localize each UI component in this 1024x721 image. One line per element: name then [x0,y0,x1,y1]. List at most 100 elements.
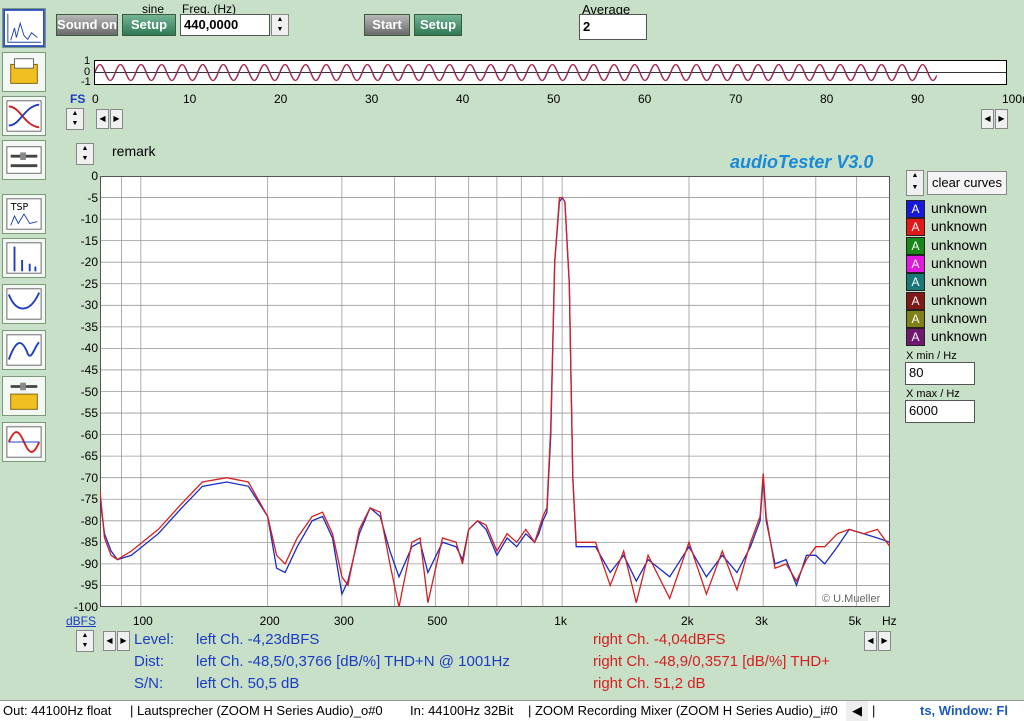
results-scroll-left[interactable]: ◀ [103,631,116,651]
scope-x-tick: 60 [638,92,652,106]
legend-swatch[interactable]: A [906,254,925,273]
x-tick-label: 1k [554,614,567,628]
legend-swatch[interactable]: A [906,236,925,255]
legend-swatch[interactable]: A [906,291,925,310]
response-curve-icon [6,288,42,320]
y-tick-label: -80 [80,513,98,528]
legend-swatch[interactable]: A [906,200,925,218]
waveform-icon [6,426,42,458]
open-file-tool[interactable] [2,52,46,92]
generator-tool[interactable] [2,140,46,180]
up-arrow-icon: ▲ [81,632,89,639]
sn-label: S/N: [134,675,164,692]
frequency-stepper[interactable]: ▲ ▼ [271,14,289,36]
scope-x-tick: 30 [365,92,379,106]
remark-stepper[interactable]: ▲ ▼ [76,143,94,165]
y-tick-label: -90 [80,556,98,571]
scope-x-tick: 80 [820,92,834,106]
left-sn-value: left Ch. 50,5 dB [196,675,300,692]
tsp-icon: TSP [6,198,42,230]
up-arrow-icon: ▲ [276,16,284,23]
scope-x-tick: 90 [911,92,925,106]
y-tick-label: -40 [80,341,98,356]
legend-swatch[interactable]: A [906,328,925,347]
start-button[interactable]: Start [364,14,410,36]
tsp-tool[interactable]: TSP [2,194,46,234]
x-tick-label: 300 [333,614,354,628]
spectrum-chart [100,176,890,607]
y-tick-label: -30 [80,298,98,313]
mixer-icon [6,146,42,174]
legend-swatch[interactable]: A [906,309,925,328]
xmax-input[interactable]: 6000 [905,400,975,423]
legend-label: unknown [931,200,988,216]
x-tick-label: 2k [680,614,694,628]
x-unit-label: Hz [882,614,897,628]
app-brand: audioTester V3.0 [730,152,874,172]
folder-icon [10,58,38,84]
waveform-tool[interactable] [2,422,46,462]
status-divider: | [872,703,876,718]
sound-on-button[interactable]: Sound on [56,14,118,36]
y-tick-label: -60 [80,427,98,442]
filter-view-tool[interactable] [2,96,46,136]
results-scroll-right-end[interactable]: ▶ [878,631,891,651]
filter-curve-icon [6,100,42,132]
up-arrow-icon: ▲ [911,172,919,179]
level-label: Level: [134,631,175,648]
scope-x-tick: 100ms [1002,92,1024,106]
scope-zoom-stepper[interactable]: ▲ ▼ [66,108,84,130]
y-tick-label: -45 [80,362,98,377]
results-stepper[interactable]: ▲ ▼ [76,630,94,652]
scope-x-tick: 50 [547,92,561,106]
legend-label: unknown [931,328,988,345]
y-tick-label: -55 [80,406,98,421]
xmin-input[interactable]: 80 [905,362,975,385]
fft-view-tool[interactable] [2,8,46,48]
scope-x-tick: 10 [183,92,197,106]
results-scroll-right[interactable]: ▶ [117,631,130,651]
results-scroll-left-end[interactable]: ◀ [864,631,877,651]
y-tick-label: -95 [80,578,98,593]
status-extra: ts, Window: Fl [920,703,1008,718]
left-dist-value: left Ch. -48,5/0,3766 [dB/%] THD+N @ 100… [196,653,510,670]
down-arrow-icon: ▼ [71,120,79,127]
clear-curves-button[interactable]: clear curves [927,171,1007,195]
y-tick-label: -70 [80,470,98,485]
sweep-tool[interactable] [2,330,46,370]
x-tick-label: 3k [755,614,768,628]
scope-scroll-left-end[interactable]: ◀ [981,109,994,129]
average-input[interactable]: 2 [579,14,647,40]
analyzer-setup-button[interactable]: Setup [414,14,462,36]
fs-label: FS [70,92,86,106]
legend-label: unknown [931,309,988,326]
scope-x-tick: 70 [729,92,743,106]
legend-label: unknown [931,218,988,235]
frequency-input[interactable]: 440,0000 [180,14,270,36]
scope-scroll-left[interactable]: ◀ [96,109,109,129]
scope-x-tick: 0 [92,92,99,106]
y-tick-label: -75 [80,492,98,507]
legend-stepper[interactable]: ▲ ▼ [906,170,924,196]
generator-setup-button[interactable]: Setup [122,14,176,36]
scope-scroll-right[interactable]: ▶ [110,109,123,129]
y-unit-label: dBFS [66,614,97,628]
y-tick-label: -25 [80,276,98,291]
legend-swatch[interactable]: A [906,218,925,237]
recorder-icon [10,382,38,410]
frequency-response-tool[interactable] [2,284,46,324]
scope-x-tick: 20 [274,92,288,106]
scope-scroll-right-end[interactable]: ▶ [995,109,1008,129]
status-output-device: | Lautsprecher (ZOOM H Series Audio)_o#0 [130,703,383,718]
status-scroll-left[interactable]: ◀ [846,701,868,721]
recorder-tool[interactable] [2,376,46,416]
status-bar: Out: 44100Hz float | Lautsprecher (ZOOM … [0,700,1024,721]
legend-swatch[interactable]: A [906,273,925,292]
harmonics-tool[interactable] [2,238,46,278]
y-tick-label: -85 [80,535,98,550]
down-arrow-icon: ▼ [276,26,284,33]
y-tick-label: -50 [80,384,98,399]
right-level-value: right Ch. -4,04dBFS [593,631,726,648]
down-arrow-icon: ▼ [911,184,919,191]
legend-label: unknown [931,236,988,253]
